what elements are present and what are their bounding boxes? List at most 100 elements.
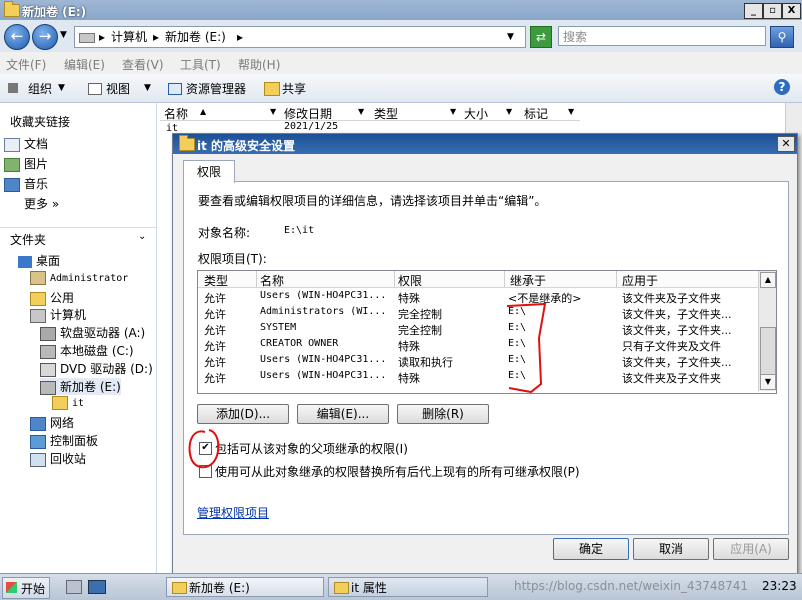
column-size[interactable]: 大小: [464, 105, 488, 122]
close-button[interactable]: X: [782, 3, 801, 19]
forward-icon[interactable]: →: [32, 24, 58, 50]
floppy-icon: [40, 326, 56, 341]
sidebar-more-link[interactable]: 更多 »: [24, 195, 59, 212]
annotation-bracket: [506, 302, 547, 394]
folders-collapse-chevron-icon[interactable]: ⌄: [138, 231, 146, 242]
explorer-pane-button[interactable]: 资源管理器: [186, 80, 246, 97]
dvd-icon: [40, 362, 56, 377]
task-new-volume[interactable]: 新加卷 (E:): [166, 577, 324, 597]
documents-label: 文档: [24, 137, 49, 151]
menu-view[interactable]: 查看(V): [122, 56, 164, 73]
tree-item-administrator[interactable]: Administrator: [30, 271, 128, 285]
tree-label: 控制面板: [50, 434, 99, 448]
help-icon[interactable]: ?: [774, 79, 790, 95]
menu-file[interactable]: 文件(F): [6, 56, 46, 73]
task-it-properties[interactable]: it 属性: [328, 577, 488, 597]
sidebar-item-music[interactable]: 音乐: [4, 175, 48, 192]
advanced-security-dialog: it 的高级安全设置 ✕ 权限 要查看或编辑权限项目的详细信息，请选择该项目并单…: [172, 133, 798, 575]
column-filter-icon[interactable]: ▼: [568, 107, 574, 116]
organize-icon: [8, 83, 18, 93]
desktop-icon: [18, 255, 32, 268]
tree-item-network[interactable]: 网络: [30, 414, 74, 431]
menu-edit[interactable]: 编辑(E): [64, 56, 105, 73]
column-filter-icon[interactable]: ▼: [358, 107, 364, 116]
tree-item-public[interactable]: 公用: [30, 289, 74, 306]
tree-item-new-volume[interactable]: 新加卷 (E:): [40, 378, 121, 395]
tree-item-recycle-bin[interactable]: 回收站: [30, 450, 86, 467]
red-annotation-overlay: [188, 302, 547, 469]
show-desktop-icon[interactable]: [88, 580, 106, 594]
clock: 23:23: [762, 579, 797, 593]
drive-icon: [40, 344, 56, 359]
music-icon: [4, 177, 20, 192]
sidebar-item-documents[interactable]: 文档: [4, 135, 48, 152]
tree-item-dvd[interactable]: DVD 驱动器 (D:): [40, 360, 153, 377]
server-manager-icon[interactable]: [66, 580, 82, 594]
maximize-button[interactable]: ▫: [763, 3, 782, 19]
sidebar-item-pictures[interactable]: 图片: [4, 155, 48, 172]
minimize-button[interactable]: _: [744, 3, 763, 19]
tree-item-floppy[interactable]: 软盘驱动器 (A:): [40, 324, 145, 341]
tree-label: 新加卷 (E:): [60, 380, 121, 394]
address-bar[interactable]: ▸ 计算机 ▸ 新加卷 (E:) ▸ ▼: [74, 26, 526, 48]
recycle-bin-icon: [30, 452, 46, 467]
folder-icon: [4, 1, 20, 20]
column-name[interactable]: 名称: [164, 105, 188, 122]
tab-permissions[interactable]: 权限: [183, 160, 235, 183]
start-button[interactable]: 开始: [2, 577, 50, 599]
views-chevron-icon[interactable]: ▼: [144, 83, 151, 93]
column-tags[interactable]: 标记: [524, 105, 548, 122]
column-filter-icon[interactable]: ▼: [270, 107, 276, 116]
back-icon[interactable]: ←: [4, 24, 30, 50]
tree-label: 本地磁盘 (C:): [60, 344, 134, 358]
folder-icon: [172, 582, 187, 594]
organize-button[interactable]: 组织: [28, 80, 52, 97]
computer-icon: [79, 33, 95, 43]
watermark-text: https://blog.csdn.net/weixin_43748741: [514, 579, 749, 593]
tree-item-desktop[interactable]: 桌面: [18, 252, 60, 269]
organize-chevron-icon[interactable]: ▼: [58, 83, 65, 93]
breadcrumb-arrow-icon[interactable]: ▸: [99, 27, 105, 47]
tree-item-control-panel[interactable]: 控制面板: [30, 432, 98, 449]
toolbar: 组织 ▼ 视图 ▼ 资源管理器 共享 ?: [0, 74, 802, 103]
column-filter-icon[interactable]: ▼: [450, 107, 456, 116]
explorer-title: 新加卷 (E:): [22, 5, 87, 19]
explorer-pane-icon: [168, 83, 182, 95]
column-type[interactable]: 类型: [374, 105, 398, 122]
tree-label: 回收站: [50, 452, 87, 466]
navigation-pane: 收藏夹链接 文档 图片 音乐 更多 » 文件夹 ⌄ 桌面 Administrat…: [0, 103, 157, 573]
column-date[interactable]: 修改日期: [284, 105, 332, 122]
tree-item-it[interactable]: it: [52, 396, 84, 410]
folder-icon: [52, 396, 68, 410]
documents-icon: [4, 137, 20, 152]
search-icon[interactable]: ⚲: [770, 26, 794, 48]
address-dropdown-icon[interactable]: ▼: [507, 27, 514, 47]
folders-header[interactable]: 文件夹: [10, 231, 46, 248]
tree-label: 公用: [50, 291, 75, 305]
menu-help[interactable]: 帮助(H): [238, 56, 280, 73]
tree-label: 网络: [50, 416, 75, 430]
tree-label: 桌面: [36, 254, 61, 268]
column-filter-icon[interactable]: ▼: [506, 107, 512, 116]
tree-item-local-disk[interactable]: 本地磁盘 (C:): [40, 342, 134, 359]
breadcrumb-arrow-icon[interactable]: ▸: [237, 27, 243, 47]
tree-item-computer[interactable]: 计算机: [30, 306, 86, 323]
user-folder-icon: [30, 271, 46, 285]
breadcrumb-drive[interactable]: 新加卷 (E:): [165, 27, 226, 47]
drive-icon: [40, 380, 56, 395]
search-input[interactable]: 搜索: [558, 26, 766, 46]
sort-ascending-icon: ▲: [200, 107, 207, 116]
music-label: 音乐: [24, 177, 49, 191]
share-button[interactable]: 共享: [282, 80, 306, 97]
explorer-title-bar[interactable]: 新加卷 (E:) _ ▫ X: [0, 0, 802, 20]
network-icon: [30, 416, 46, 431]
folder-icon: [30, 291, 46, 306]
history-chevron-icon[interactable]: ▼: [60, 30, 67, 40]
menu-tools[interactable]: 工具(T): [180, 56, 221, 73]
breadcrumb-computer[interactable]: 计算机: [111, 27, 147, 47]
breadcrumb-arrow-icon[interactable]: ▸: [153, 27, 159, 47]
views-button[interactable]: 视图: [106, 80, 130, 97]
windows-logo-icon: [6, 582, 17, 593]
tree-label: 计算机: [50, 308, 87, 322]
refresh-icon[interactable]: ⇄: [530, 26, 552, 48]
